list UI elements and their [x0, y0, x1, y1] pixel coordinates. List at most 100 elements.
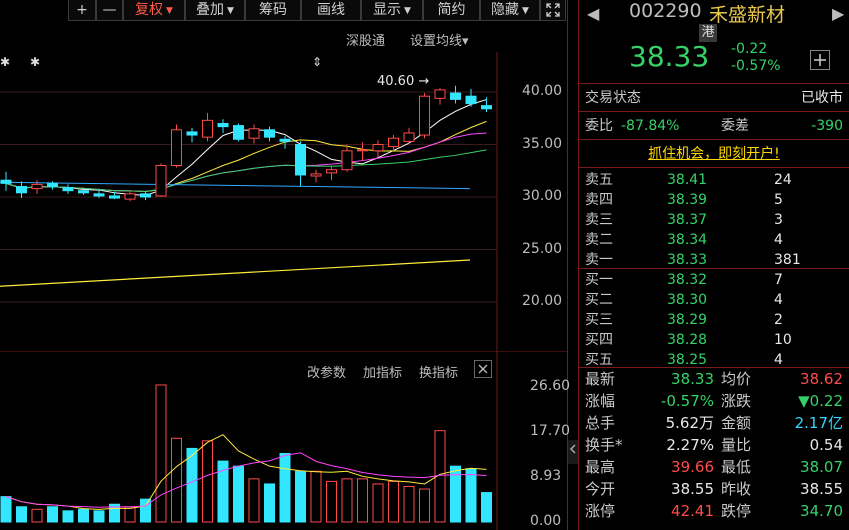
level-price: 38.30 [667, 292, 708, 308]
ask-row: 卖三 38.37 3 [579, 210, 849, 230]
last-price: 38.33 [629, 40, 710, 73]
chevron-down-icon: ▼ [522, 6, 529, 16]
stat-label: 涨停 [585, 502, 616, 520]
stat-label: 金额 [721, 414, 752, 432]
candle-body [47, 182, 58, 188]
ask-row: 卖二 38.34 4 [579, 230, 849, 250]
overlay-dropdown[interactable]: 叠加 ▼ [185, 0, 245, 21]
candle-body [434, 89, 446, 99]
stat-value: 0.54 [809, 436, 843, 454]
volume-bar [264, 483, 275, 523]
level-price: 38.32 [667, 272, 708, 288]
price-axis-tick: 30.00 [522, 188, 563, 204]
fuquan-label: 复权 [135, 2, 164, 18]
chart-toolbar: + — 复权 ▼ 叠加 ▼ 筹码 画线 显示 ▼ 简约 隐藏 ▼ [0, 0, 570, 22]
level-label: 买三 [585, 312, 613, 328]
stat-value: ▼0.22 [798, 392, 843, 410]
price-change-pct: -0.57% [731, 58, 781, 74]
promo-link[interactable]: 抓住机会，即刻开户! [648, 146, 780, 162]
switch-indicator-link[interactable]: 换指标 [419, 362, 458, 381]
zoom-in-button[interactable]: + [68, 0, 96, 21]
diff-label: 委差 [721, 118, 749, 134]
chevron-down-icon: ▼ [404, 6, 411, 16]
stat-value: 38.55 [800, 480, 843, 498]
level-price: 38.41 [667, 172, 708, 188]
stat-row: 总手 5.62万 金额 2.17亿 [579, 413, 849, 433]
hide-dropdown[interactable]: 隐藏 ▼ [480, 0, 540, 21]
volume-bar [326, 480, 337, 523]
event-marker-icon: ✱ [30, 55, 40, 69]
add-watchlist-button[interactable] [810, 50, 830, 70]
open-account-banner[interactable]: 抓住机会，即刻开户! [579, 144, 849, 164]
close-indicator-button[interactable] [474, 360, 492, 378]
ask-row: 卖五 38.41 24 [579, 170, 849, 190]
volume-bar [47, 506, 58, 523]
fuquan-dropdown[interactable]: 复权 ▼ [123, 0, 185, 21]
price-axis-tick: 40.00 [522, 83, 563, 99]
simple-mode-button[interactable]: 简约 [423, 0, 480, 21]
candle-body [279, 138, 291, 142]
level-volume: 7 [774, 272, 783, 288]
level-volume: 24 [774, 172, 792, 188]
candle-body [248, 128, 260, 139]
volume-bar [31, 508, 43, 523]
high-price-annotation: 40.60 → [377, 74, 430, 89]
display-label: 显示 [373, 2, 402, 18]
draw-line-button[interactable]: 画线 [301, 0, 361, 21]
level-label: 买四 [585, 332, 613, 348]
candle-body [465, 95, 477, 105]
volume-bar [279, 452, 291, 523]
expand-icon[interactable] [540, 0, 566, 21]
candle-body [93, 193, 105, 197]
chips-button[interactable]: 筹码 [245, 0, 301, 21]
price-axis-tick: 35.00 [522, 135, 563, 152]
trade-status-label: 交易状态 [585, 90, 641, 106]
candle-body [357, 149, 368, 152]
candle-body [31, 183, 43, 190]
add-indicator-link[interactable]: 加指标 [363, 362, 402, 381]
level-volume: 2 [774, 312, 783, 328]
ratio-value: -87.84% [621, 118, 680, 134]
kline-chart[interactable]: 深股通 设置均线▾ ✱ ✱ ⇕ 40.00 35.00 30.00 25.00 20.00 … [0, 22, 570, 530]
candle-body [155, 165, 167, 197]
stat-value: 39.66 [671, 458, 714, 476]
stat-label: 量比 [721, 436, 752, 454]
stat-label: 最低 [721, 458, 752, 476]
ask-row: 卖一 38.33 381 [579, 250, 849, 270]
volume-bar [140, 498, 151, 523]
plus-icon [814, 54, 826, 66]
stat-value: 38.07 [800, 458, 843, 476]
candle-body [202, 119, 213, 138]
ma5-line [5, 99, 487, 197]
level-volume: 10 [774, 332, 792, 348]
ma10-line [5, 120, 487, 193]
display-dropdown[interactable]: 显示 ▼ [361, 0, 423, 21]
ask-row: 卖四 38.39 5 [579, 190, 849, 210]
level-label: 买二 [585, 292, 613, 308]
volume-bar [202, 440, 213, 523]
event-marker-icon: ⇕ [312, 55, 322, 69]
candle-body [326, 169, 337, 174]
level-price: 38.28 [667, 332, 708, 348]
volume-bar [403, 485, 415, 523]
candle-body [341, 150, 353, 171]
stat-label: 最高 [585, 458, 616, 476]
stat-value: 2.17亿 [794, 414, 843, 432]
chevron-down-icon: ▼ [166, 6, 173, 16]
zoom-out-button[interactable]: — [96, 0, 123, 21]
level-volume: 4 [774, 292, 783, 308]
prev-stock-button[interactable]: ◀ [587, 4, 599, 23]
quote-panel: ◀ ▶ 002290 禾盛新材 港 38.33 -0.22 -0.57% 交易状… [579, 0, 849, 530]
candle-body [78, 190, 89, 194]
stat-label: 换手* [585, 436, 623, 454]
overlay-label: 叠加 [196, 2, 225, 18]
bid-row: 买二 38.30 4 [579, 290, 849, 310]
candle-body [450, 92, 461, 100]
change-params-link[interactable]: 改参数 [307, 362, 346, 381]
level-label: 卖四 [585, 192, 613, 208]
volume-bar [0, 496, 12, 523]
price-change: -0.22 [731, 41, 768, 57]
stat-label: 最新 [585, 370, 616, 388]
next-stock-button[interactable]: ▶ [832, 4, 844, 23]
candle-body [403, 132, 415, 142]
